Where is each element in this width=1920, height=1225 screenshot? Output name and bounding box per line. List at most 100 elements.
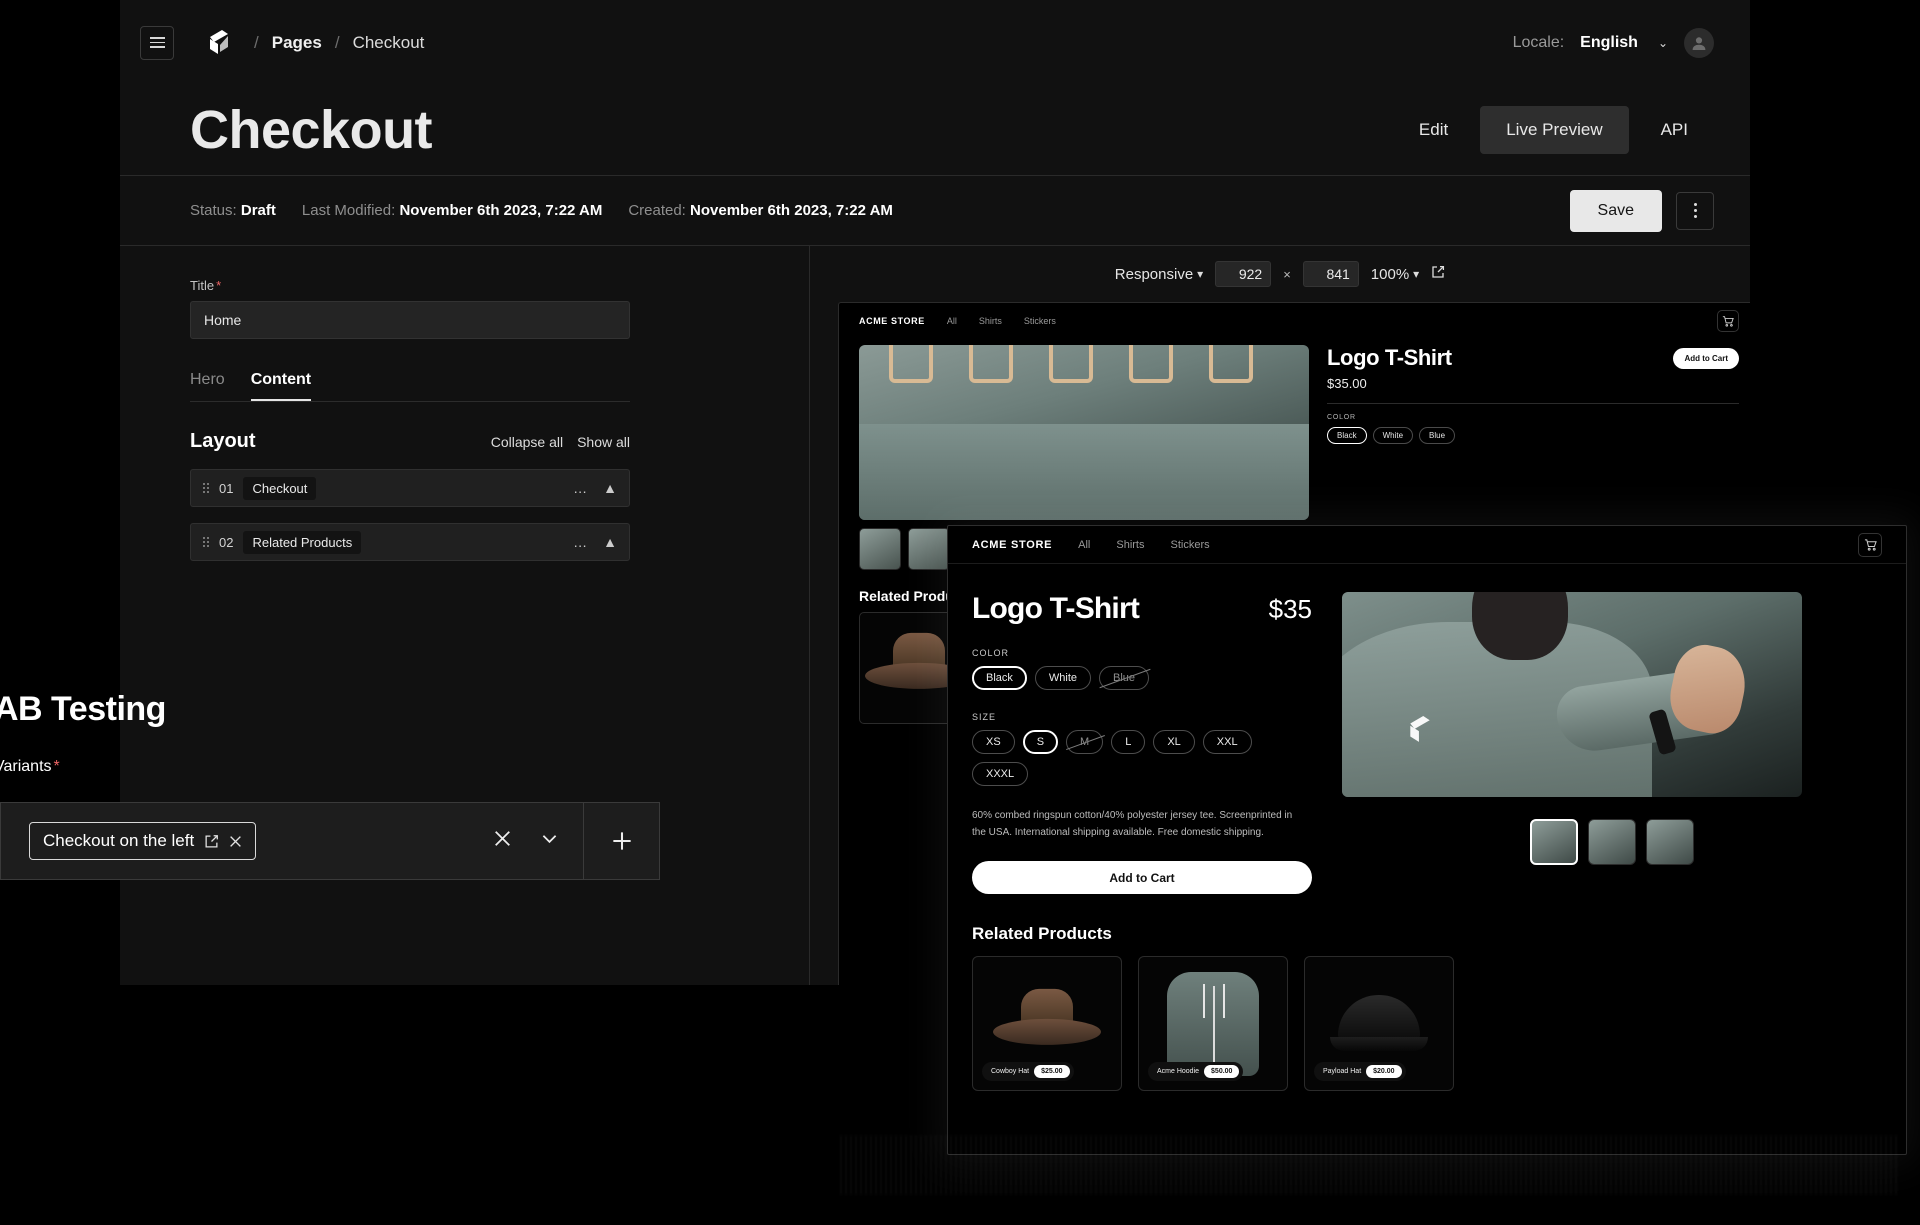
gallery-thumbnail[interactable] bbox=[908, 528, 950, 570]
color-option-black[interactable]: Black bbox=[1327, 427, 1367, 444]
status-bar-actions: Save bbox=[1569, 189, 1714, 232]
gallery-thumbnail[interactable] bbox=[1588, 819, 1636, 865]
product-price: $35.00 bbox=[1327, 376, 1367, 391]
add-to-cart-button[interactable]: Add to Cart bbox=[1673, 347, 1739, 369]
chevron-up-icon[interactable]: ▲ bbox=[603, 534, 617, 550]
related-product-card[interactable]: Acme Hoodie $50.00 bbox=[1138, 956, 1288, 1091]
breadcrumb: / Pages / Checkout bbox=[254, 33, 424, 53]
color-option-white[interactable]: White bbox=[1372, 427, 1414, 444]
ab-testing-overlay: AB Testing Variants* Checkout on the lef… bbox=[0, 690, 660, 880]
gallery-thumbnail[interactable] bbox=[1646, 819, 1694, 865]
gallery-thumbnail[interactable] bbox=[859, 528, 901, 570]
store-nav-stickers[interactable]: Stickers bbox=[1171, 539, 1210, 551]
plus-icon[interactable] bbox=[583, 802, 659, 880]
color-option-black[interactable]: Black bbox=[972, 666, 1027, 690]
related-product-card[interactable]: Cowboy Hat $25.00 bbox=[972, 956, 1122, 1091]
size-option-l[interactable]: L bbox=[1111, 730, 1146, 754]
tab-edit[interactable]: Edit bbox=[1393, 106, 1474, 154]
product-price: $35 bbox=[1268, 594, 1312, 624]
color-option-blue[interactable]: Blue bbox=[1419, 427, 1456, 444]
color-option-blue[interactable]: Blue bbox=[1099, 666, 1150, 690]
size-option-m[interactable]: M bbox=[1066, 730, 1104, 754]
locale-value[interactable]: English bbox=[1580, 34, 1638, 52]
payload-logo-icon[interactable] bbox=[206, 28, 232, 58]
chevron-down-icon[interactable] bbox=[540, 829, 559, 854]
shopping-cart-icon[interactable] bbox=[1858, 532, 1882, 557]
zoom-select[interactable]: 100% ▾ bbox=[1371, 266, 1419, 283]
product-hero-image bbox=[859, 345, 1309, 520]
breakpoint-select[interactable]: Responsive ▾ bbox=[1115, 266, 1203, 283]
color-option-label: COLOR bbox=[972, 648, 1010, 658]
gallery-thumbnail[interactable] bbox=[1530, 819, 1578, 865]
color-option-label: COLOR bbox=[1327, 414, 1356, 421]
tab-content[interactable]: Content bbox=[250, 371, 312, 401]
close-icon[interactable] bbox=[493, 829, 512, 854]
size-option-xs[interactable]: XS bbox=[972, 730, 1015, 754]
store-brand[interactable]: ACME STORE bbox=[972, 539, 1052, 551]
related-product-name: Payload Hat bbox=[1323, 1068, 1362, 1075]
size-option-xxl[interactable]: XXL bbox=[1202, 730, 1252, 754]
chevron-down-icon[interactable]: ⌄ bbox=[1658, 36, 1668, 50]
breadcrumb-checkout[interactable]: Checkout bbox=[353, 33, 425, 53]
edit-external-icon[interactable] bbox=[204, 834, 219, 849]
chevron-up-icon[interactable]: ▲ bbox=[603, 480, 617, 496]
variant-chip-label: Checkout on the left bbox=[43, 831, 195, 850]
store-nav-shirts[interactable]: Shirts bbox=[979, 316, 1002, 326]
collapse-all-button[interactable]: Collapse all bbox=[491, 434, 563, 450]
store-nav-stickers[interactable]: Stickers bbox=[1024, 316, 1056, 326]
created-label: Created: bbox=[628, 202, 686, 219]
dimension-separator: × bbox=[1283, 266, 1291, 282]
color-options: Black White Blue bbox=[1327, 427, 1739, 444]
shopping-cart-icon[interactable] bbox=[1717, 310, 1739, 332]
product-description: 60% combed ringspun cotton/40% polyester… bbox=[972, 810, 1293, 838]
preview-height-input[interactable] bbox=[1302, 261, 1359, 287]
store-brand[interactable]: ACME STORE bbox=[859, 316, 925, 326]
save-button[interactable]: Save bbox=[1569, 189, 1662, 232]
ab-testing-heading: AB Testing bbox=[0, 690, 166, 728]
block-number: 01 bbox=[219, 480, 234, 496]
breadcrumb-pages[interactable]: Pages bbox=[272, 33, 322, 53]
last-modified-value: November 6th 2023, 7:22 AM bbox=[399, 202, 603, 219]
drag-handle-icon[interactable] bbox=[203, 483, 209, 493]
product-title: Logo T-Shirt bbox=[972, 592, 1140, 625]
tab-api[interactable]: API bbox=[1635, 106, 1714, 154]
store-nav-all[interactable]: All bbox=[1078, 539, 1090, 551]
related-product-price: $25.00 bbox=[1034, 1065, 1070, 1078]
window-shadow-noise bbox=[840, 1135, 1900, 1195]
hamburger-icon[interactable] bbox=[140, 25, 174, 60]
product-gallery bbox=[1342, 592, 1882, 894]
store-nav-shirts[interactable]: Shirts bbox=[1116, 539, 1144, 551]
size-option-xxxl[interactable]: XXXL bbox=[972, 762, 1029, 786]
live-preview-window[interactable]: ACME STORE All Shirts Stickers Logo T-Sh… bbox=[947, 525, 1907, 1155]
tab-hero[interactable]: Hero bbox=[190, 371, 225, 401]
related-product-card[interactable]: Payload Hat $20.00 bbox=[1304, 956, 1454, 1091]
block-number: 02 bbox=[219, 534, 234, 550]
add-to-cart-button[interactable]: Add to Cart bbox=[972, 861, 1312, 894]
color-option-white[interactable]: White bbox=[1034, 666, 1092, 690]
layout-block-row[interactable]: 01 Checkout … ▲ bbox=[190, 469, 630, 507]
variant-chip[interactable]: Checkout on the left bbox=[29, 822, 257, 860]
block-more-icon[interactable]: … bbox=[573, 534, 587, 550]
drag-handle-icon[interactable] bbox=[203, 537, 209, 547]
product-info: Logo T-Shirt $35 COLOR Black White Blue … bbox=[972, 592, 1312, 894]
layout-block-row[interactable]: 02 Related Products … ▲ bbox=[190, 523, 630, 561]
required-asterisk: * bbox=[216, 278, 222, 293]
status-value: Draft bbox=[240, 202, 276, 219]
size-option-xl[interactable]: XL bbox=[1153, 730, 1195, 754]
title-input[interactable] bbox=[190, 301, 630, 339]
preview-width-input[interactable] bbox=[1215, 261, 1272, 287]
store-nav-all[interactable]: All bbox=[947, 316, 957, 326]
payload-logo-icon bbox=[1410, 716, 1430, 742]
close-icon[interactable] bbox=[229, 835, 242, 848]
tab-live-preview[interactable]: Live Preview bbox=[1480, 106, 1629, 154]
show-all-button[interactable]: Show all bbox=[577, 434, 630, 450]
vertical-dots-icon[interactable] bbox=[1676, 191, 1714, 230]
related-product-name: Acme Hoodie bbox=[1157, 1068, 1200, 1075]
variants-label: Variants* bbox=[0, 758, 60, 775]
size-option-s[interactable]: S bbox=[1022, 730, 1059, 754]
block-more-icon[interactable]: … bbox=[573, 480, 587, 496]
app-header: / Pages / Checkout Locale: English ⌄ bbox=[120, 0, 1750, 85]
external-link-icon[interactable] bbox=[1431, 265, 1445, 284]
store-nav: ACME STORE All Shirts Stickers bbox=[948, 526, 1906, 564]
user-avatar-icon[interactable] bbox=[1684, 27, 1714, 58]
